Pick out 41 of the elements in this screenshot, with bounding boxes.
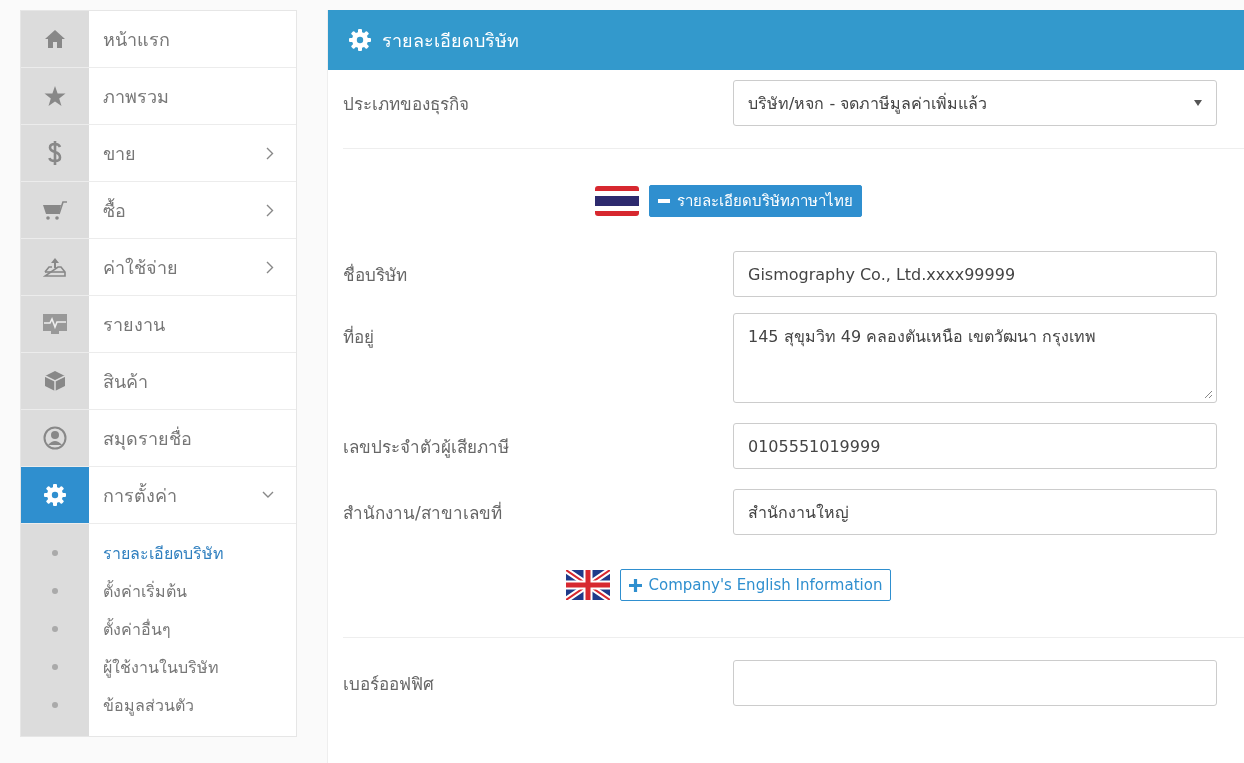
address-field[interactable]: 145 สุขุมวิท 49 คลองตันเหนือ เขตวัฒนา กรุงเทพ — [733, 313, 1217, 403]
submenu-item[interactable]: รายละเอียดบริษัท — [89, 540, 224, 566]
monitor-pulse-icon — [43, 314, 67, 334]
home-icon — [44, 29, 66, 49]
plus-icon — [628, 578, 642, 592]
submenu-item[interactable]: ผู้ใช้งานในบริษัท — [89, 654, 219, 680]
field-label: ประเภทของธุรกิจ — [343, 92, 470, 117]
input-field[interactable] — [733, 660, 1217, 706]
section-toggle-button[interactable]: รายละเอียดบริษัทภาษาไทย — [649, 185, 862, 217]
box-icon — [44, 370, 66, 392]
bullet-icon — [52, 550, 58, 556]
submenu-item[interactable]: ข้อมูลส่วนตัว — [89, 692, 194, 718]
uk-flag-icon — [565, 570, 610, 600]
star-icon — [44, 85, 66, 107]
bullet-icon — [52, 702, 58, 708]
minus-icon — [658, 199, 670, 203]
field-label: ชื่อบริษัท — [343, 262, 408, 287]
resize-grip-icon — [1204, 390, 1213, 399]
submenu-item[interactable]: ตั้งค่าอื่นๆ — [89, 616, 171, 642]
bullet-icon — [52, 626, 58, 632]
settings-icon — [348, 28, 372, 52]
field-label: สำนักงาน/สาขาเลขที่ — [343, 500, 503, 525]
submenu-item[interactable]: ตั้งค่าเริ่มต้น — [89, 578, 187, 604]
field-label: เบอร์ออฟฟิศ — [343, 672, 435, 696]
dollar-icon — [47, 140, 63, 166]
input-field[interactable]: 0105551019999 — [733, 423, 1217, 469]
settings-icon — [43, 483, 67, 507]
thai-flag-icon — [595, 186, 639, 216]
field-label: เลขประจำตัวผู้เสียภาษี — [343, 435, 510, 460]
bullet-icon — [52, 588, 58, 594]
input-field[interactable]: สำนักงานใหญ่ — [733, 489, 1217, 535]
section-toggle-button[interactable]: Company's English Information — [619, 569, 892, 601]
tray-upload-icon — [43, 257, 67, 277]
panel-title: รายละเอียดบริษัท — [382, 28, 519, 53]
dropdown-caret-icon — [1194, 100, 1202, 106]
input-field[interactable]: Gismography Co., Ltd.xxxx99999 — [733, 251, 1217, 297]
business-type-select[interactable]: บริษัท/หจก - จดภาษีมูลค่าเพิ่มแล้ว — [733, 80, 1217, 126]
cart-icon — [42, 199, 68, 221]
user-circle-icon — [43, 426, 67, 450]
bullet-icon — [52, 664, 58, 670]
field-label: ที่อยู่ — [343, 324, 375, 350]
